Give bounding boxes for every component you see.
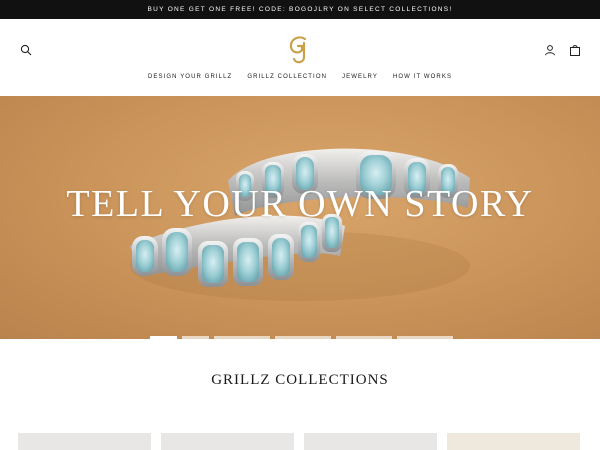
bag-icon[interactable]: [567, 42, 583, 58]
collection-card[interactable]: [18, 433, 151, 450]
collection-card[interactable]: [161, 433, 294, 450]
search-icon[interactable]: [18, 42, 34, 58]
brand-logo[interactable]: [284, 33, 316, 67]
nav-jewelry[interactable]: JEWELRY: [342, 74, 378, 80]
collection-card[interactable]: [447, 433, 580, 450]
nav-design-your-grillz[interactable]: DESIGN YOUR GRILLZ: [148, 74, 232, 80]
collection-cards: [18, 433, 580, 450]
slider-dot-6[interactable]: [397, 336, 453, 339]
slider-dot-1[interactable]: [150, 336, 177, 339]
site-header: DESIGN YOUR GRILLZ GRILLZ COLLECTION JEW…: [0, 19, 600, 95]
collections-heading: GRILLZ COLLECTIONS: [211, 372, 389, 388]
user-icon[interactable]: [542, 42, 558, 58]
slider-dot-4[interactable]: [275, 336, 331, 339]
collection-card[interactable]: [304, 433, 437, 450]
nav-grillz-collection[interactable]: GRILLZ COLLECTION: [247, 74, 327, 80]
slider-dot-3[interactable]: [214, 336, 270, 339]
slider-dot-5[interactable]: [336, 336, 392, 339]
announcement-text: BUY ONE GET ONE FREE! CODE: BOGOJLRY ON …: [147, 6, 453, 13]
hero-title: TELL YOUR OWN STORY: [66, 183, 534, 225]
hero-banner[interactable]: TELL YOUR OWN STORY: [0, 96, 600, 339]
nav-how-it-works[interactable]: HOW IT WORKS: [393, 74, 452, 80]
slider-pagination: [150, 336, 453, 340]
announcement-bar: BUY ONE GET ONE FREE! CODE: BOGOJLRY ON …: [0, 0, 600, 19]
main-nav: DESIGN YOUR GRILLZ GRILLZ COLLECTION JEW…: [0, 74, 600, 80]
slider-dot-2[interactable]: [182, 336, 209, 339]
